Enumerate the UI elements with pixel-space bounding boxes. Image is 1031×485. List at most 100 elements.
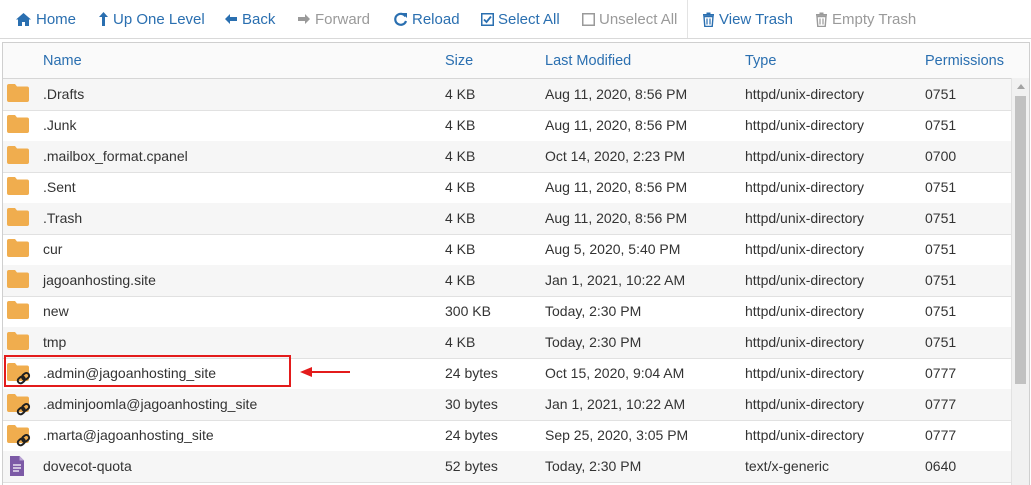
table-row[interactable]: .mailbox_format.cpanel 4 KB Oct 14, 2020, … [3,141,1011,173]
select-all-button[interactable]: Select All [481,10,560,28]
column-header-last-modified[interactable]: Last Modified [545,53,631,69]
folder-link-icon [7,425,31,447]
cell-permissions: 0751 [925,303,957,319]
cell-type: httpd/unix-directory [745,272,865,288]
column-header-type[interactable]: Type [745,53,776,69]
cell-permissions: 0700 [925,148,957,164]
forward-button[interactable]: Forward [297,10,370,28]
caret-up-icon [1016,84,1025,89]
select-all-label: Select All [498,10,560,28]
table-row[interactable]: .Junk 4 KB Aug 11, 2020, 8:56 PM httpd/unix… [3,110,1011,142]
view-trash-button[interactable]: View Trash [702,10,793,28]
cell-type: httpd/unix-directory [745,365,865,381]
cell-size: 24 bytes [445,427,498,443]
back-label: Back [242,10,276,28]
cell-permissions: 0777 [925,365,957,381]
folder-icon [7,177,31,199]
folder-icon [7,239,31,261]
cell-size: 30 bytes [445,396,498,412]
cell-size: 4 KB [445,241,476,257]
cell-name: .Drafts [43,86,85,102]
column-header-size[interactable]: Size [445,53,473,69]
table-header: Name Size Last Modified Type Permissions [3,43,1029,79]
cell-type: httpd/unix-directory [745,241,865,257]
cell-last-modified: Aug 11, 2020, 8:56 PM [545,179,688,195]
cell-last-modified: Jan 1, 2021, 10:22 AM [545,396,686,412]
cell-name: .adminjoomla@jagoanhosting_site [43,396,258,412]
cell-last-modified: Today, 2:30 PM [545,334,642,350]
cell-name: cur [43,241,63,257]
cell-type: httpd/unix-directory [745,210,865,226]
table-row[interactable]: dovecot-quota 52 bytes Today, 2:30 PM text/… [3,451,1011,483]
empty-trash-button[interactable]: Empty Trash [815,10,916,28]
cell-size: 4 KB [445,210,476,226]
table-row[interactable]: .Drafts 4 KB Aug 11, 2020, 8:56 PM httpd/un… [3,79,1011,111]
table-row[interactable]: jagoanhosting.site 4 KB Jan 1, 2021, 10:22… [3,265,1011,297]
cell-type: httpd/unix-directory [745,427,865,443]
arrow-right-icon [298,14,310,24]
arrow-left-icon [225,14,237,24]
cell-name: .Trash [43,210,83,226]
table-row[interactable]: .adminjoomla@jagoanhosting_site 30 bytes J… [3,389,1011,421]
cell-name: .Sent [43,179,76,195]
column-header-permissions[interactable]: Permissions [925,53,1004,69]
table-row[interactable]: .Sent 4 KB Aug 11, 2020, 8:56 PM httpd/unix… [3,172,1011,204]
empty-trash-label: Empty Trash [832,10,917,28]
table-row[interactable]: cur 4 KB Aug 5, 2020, 5:40 PM httpd/unix-di… [3,234,1011,266]
column-header-name[interactable]: Name [43,53,82,69]
folder-icon [7,115,31,137]
back-button[interactable]: Back [224,10,275,28]
cell-type: httpd/unix-directory [745,179,865,195]
table-row[interactable]: .Trash 4 KB Aug 11, 2020, 8:56 PM httpd/uni… [3,203,1011,235]
cell-name: .Junk [43,117,77,133]
scroll-up-button[interactable] [1012,78,1029,95]
cell-last-modified: Aug 11, 2020, 8:56 PM [545,117,688,133]
cell-last-modified: Oct 14, 2020, 2:23 PM [545,148,686,164]
file-list-table: Name Size Last Modified Type Permissions… [2,42,1030,485]
cell-name: .marta@jagoanhosting_site [43,427,214,443]
cell-type: httpd/unix-directory [745,303,865,319]
cell-permissions: 0777 [925,427,957,443]
forward-label: Forward [315,10,371,28]
cell-last-modified: Aug 11, 2020, 8:56 PM [545,86,688,102]
home-button[interactable]: Home [15,10,76,28]
cell-size: 24 bytes [445,365,498,381]
cell-type: httpd/unix-directory [745,117,865,133]
toolbar-divider [687,0,688,38]
file-manager-toolbar: Home Up One Level Back Forward Reload Se… [0,0,1031,39]
folder-icon [7,84,31,106]
cell-permissions: 0777 [925,396,957,412]
up-one-level-button[interactable]: Up One Level [98,10,205,28]
cell-type: httpd/unix-directory [745,396,865,412]
cell-size: 4 KB [445,179,476,195]
cell-size: 4 KB [445,334,476,350]
folder-icon [7,270,31,292]
folder-link-icon [7,394,31,416]
cell-type: httpd/unix-directory [745,148,865,164]
reload-button[interactable]: Reload [393,10,460,28]
cell-size: 4 KB [445,148,476,164]
home-label: Home [36,10,77,28]
reload-label: Reload [412,10,460,28]
cell-last-modified: Oct 15, 2020, 9:04 AM [545,365,685,381]
cell-permissions: 0751 [925,210,957,226]
trash-icon [703,12,714,27]
scrollbar-thumb[interactable] [1015,96,1026,384]
cell-last-modified: Today, 2:30 PM [545,458,642,474]
cell-permissions: 0751 [925,272,957,288]
cell-permissions: 0751 [925,117,957,133]
cell-permissions: 0751 [925,241,957,257]
table-row[interactable]: new 300 KB Today, 2:30 PM httpd/unix-direct… [3,296,1011,328]
cell-size: 4 KB [445,86,476,102]
cell-permissions: 0751 [925,179,957,195]
cell-permissions: 0751 [925,86,957,102]
vertical-scrollbar[interactable] [1011,78,1029,485]
arrow-up-icon [99,12,108,26]
unselect-all-button[interactable]: Unselect All [582,10,677,28]
table-row[interactable]: .marta@jagoanhosting_site 24 bytes Sep 25,… [3,420,1011,452]
reload-icon [394,12,408,26]
folder-icon [7,146,31,168]
folder-icon [7,332,31,354]
view-trash-label: View Trash [719,10,793,28]
cell-name: new [43,303,69,319]
